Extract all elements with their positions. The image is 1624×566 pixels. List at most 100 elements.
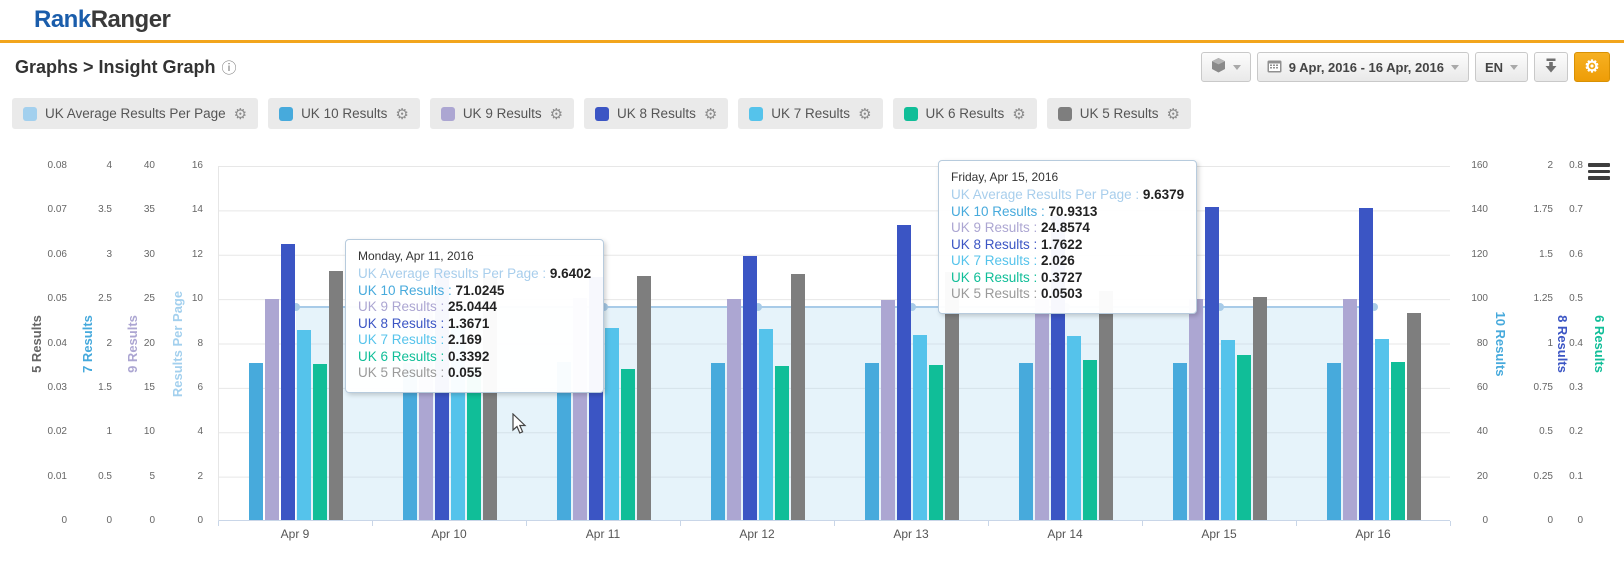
bar-uk-8-results[interactable] [1359,208,1373,520]
axis-tick-label: 0 [1523,516,1553,526]
gear-icon[interactable]: ⚙ [395,105,408,123]
tooltip-series-value: 9.6402 [550,266,591,281]
axis-ticks-10-results: 160140120100806040200 [1458,161,1488,526]
axis-title-10-results: 10 Results [1492,264,1508,424]
bar-uk-6-results[interactable] [1391,362,1405,520]
bar-uk-7-results[interactable] [1375,339,1389,520]
axis-tick-label: 10 [110,427,155,437]
bar-uk-10-results[interactable] [1019,363,1033,520]
bar-uk-7-results[interactable] [1067,336,1081,520]
gear-icon[interactable]: ⚙ [858,105,871,123]
bar-uk-5-results[interactable] [637,276,651,520]
tooltip-row: UK 10 Results : 71.0245 [358,283,591,300]
bar-uk-6-results[interactable] [621,369,635,520]
bar-uk-9-results[interactable] [1189,299,1203,520]
axis-tick-label: 0 [110,516,155,526]
gear-icon[interactable]: ⚙ [1167,105,1180,123]
bar-uk-8-results[interactable] [281,244,295,520]
bar-uk-5-results[interactable] [1099,291,1113,520]
bar-uk-6-results[interactable] [1237,355,1251,520]
axis-tick-label: 0 [158,516,203,526]
gear-icon[interactable]: ⚙ [1012,105,1025,123]
rankranger-logo[interactable]: RankRanger [34,6,170,34]
tooltip-series-value: 0.055 [448,365,482,380]
legend-chip-uk-5-results[interactable]: UK 5 Results⚙ [1047,98,1191,129]
bar-uk-7-results[interactable] [605,328,619,520]
axis-title-6-results: 6 Results [1591,264,1607,424]
gear-icon[interactable]: ⚙ [234,105,247,123]
bar-uk-5-results[interactable] [1253,297,1267,520]
bar-uk-7-results[interactable] [759,329,773,520]
tooltip-series-label: UK 5 Results : [951,286,1041,301]
tooltip-series-value: 0.0503 [1041,286,1082,301]
info-icon[interactable]: ⓘ [222,57,237,78]
legend-chip-uk-9-results[interactable]: UK 9 Results⚙ [430,98,574,129]
bar-uk-9-results[interactable] [881,300,895,520]
tooltip-date: Friday, Apr 15, 2016 [951,170,1184,184]
chart-tooltip-monday-apr-11-2016: Monday, Apr 11, 2016UK Average Results P… [345,239,604,393]
bar-uk-9-results[interactable] [727,299,741,520]
x-axis-tick [680,521,681,526]
legend-chip-uk-6-results[interactable]: UK 6 Results⚙ [893,98,1037,129]
bar-uk-10-results[interactable] [1173,363,1187,520]
legend-chip-uk-8-results[interactable]: UK 8 Results⚙ [584,98,728,129]
date-range-picker[interactable]: 9 Apr, 2016 - 16 Apr, 2016 [1257,52,1469,82]
axis-tick-label: 0.02 [22,427,67,437]
mouse-cursor [512,413,528,435]
legend-swatch [441,107,455,121]
tooltip-row: UK 9 Results : 25.0444 [358,299,591,316]
bar-uk-6-results[interactable] [929,365,943,520]
axis-ticks-6-results: 0.80.70.60.50.40.30.20.10 [1553,161,1583,526]
bar-uk-8-results[interactable] [1205,207,1219,520]
x-axis-label-apr-11: Apr 11 [526,527,680,541]
tooltip-series-label: UK 10 Results : [358,283,456,298]
bar-uk-8-results[interactable] [743,256,757,520]
gear-icon[interactable]: ⚙ [550,105,563,123]
legend-chip-uk-10-results[interactable]: UK 10 Results⚙ [268,98,420,129]
axis-tick-label: 80 [1458,339,1488,349]
package-dropdown-button[interactable] [1201,52,1251,82]
tooltip-row: UK Average Results Per Page : 9.6379 [951,187,1184,204]
tooltip-row: UK 9 Results : 24.8574 [951,220,1184,237]
bar-uk-10-results[interactable] [1327,363,1341,520]
legend-chip-uk-7-results[interactable]: UK 7 Results⚙ [738,98,882,129]
language-value: EN [1485,60,1503,75]
bar-uk-6-results[interactable] [313,364,327,520]
bar-uk-10-results[interactable] [711,363,725,520]
x-axis-tick [834,521,835,526]
tooltip-date: Monday, Apr 11, 2016 [358,249,591,263]
gear-icon[interactable]: ⚙ [704,105,717,123]
axis-tick-label: 0.7 [1553,205,1583,215]
axis-tick-label: 0.07 [22,205,67,215]
bar-uk-5-results[interactable] [329,271,343,520]
bar-uk-6-results[interactable] [1083,360,1097,520]
axis-tick-label: 0.8 [1553,161,1583,171]
tooltip-series-label: UK 8 Results : [358,316,448,331]
chart-menu-icon[interactable] [1588,163,1610,183]
bar-uk-10-results[interactable] [865,363,879,520]
tooltip-series-value: 0.3727 [1041,270,1082,285]
bar-uk-9-results[interactable] [265,299,279,520]
bar-uk-7-results[interactable] [1221,340,1235,520]
bar-uk-7-results[interactable] [913,335,927,520]
bar-uk-9-results[interactable] [1343,299,1357,520]
legend-chip-uk-average-results-per-page[interactable]: UK Average Results Per Page⚙ [12,98,258,129]
bar-uk-6-results[interactable] [775,366,789,520]
tooltip-series-label: UK 7 Results : [951,253,1041,268]
bar-uk-7-results[interactable] [297,330,311,520]
axis-tick-label: 0.3 [1553,383,1583,393]
bar-uk-9-results[interactable] [1035,299,1049,520]
x-axis-tick [1142,521,1143,526]
settings-button[interactable]: ⚙ [1574,52,1610,82]
axis-tick-label: 12 [158,250,203,260]
bar-uk-5-results[interactable] [1407,313,1421,520]
axis-tick-label: 0.25 [1523,472,1553,482]
axis-tick-label: 0.06 [22,250,67,260]
bar-uk-8-results[interactable] [897,225,911,520]
bar-uk-5-results[interactable] [791,274,805,520]
bar-uk-10-results[interactable] [249,363,263,520]
x-axis-tick [372,521,373,526]
download-button[interactable] [1534,52,1568,82]
language-dropdown-button[interactable]: EN [1475,52,1528,82]
axis-tick-label: 1.5 [1523,250,1553,260]
